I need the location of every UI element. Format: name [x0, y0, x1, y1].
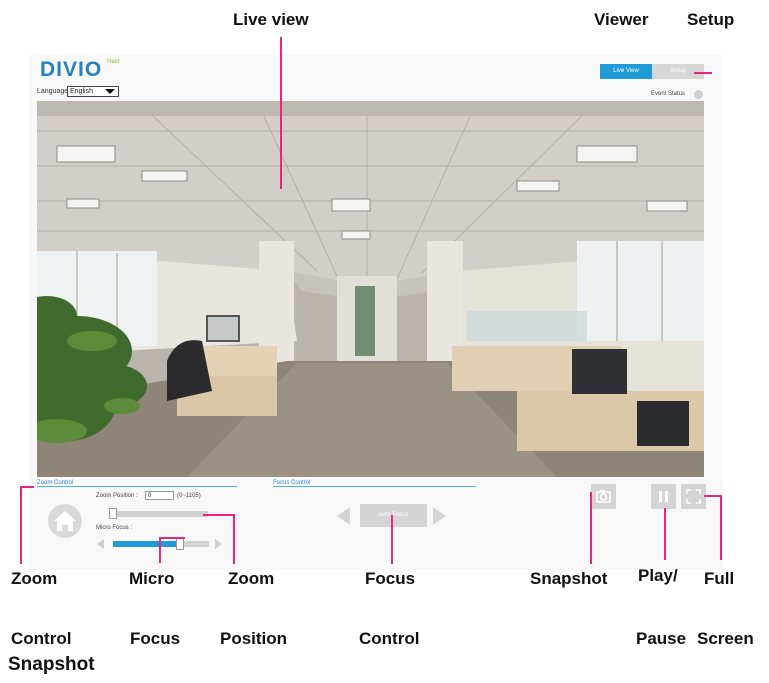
callout-control: Control [11, 629, 72, 648]
pointer-zoom-position-h [203, 514, 235, 516]
callout-snapshot-2: Snapshot [8, 654, 95, 675]
divio-logo: DIVIO [40, 58, 103, 81]
language-select[interactable]: English [67, 86, 119, 97]
pointer-live-view [280, 37, 282, 189]
home-button[interactable] [48, 504, 82, 538]
pointer-setup [694, 72, 712, 74]
zoom-position-input[interactable]: 0 [145, 491, 174, 500]
focus-left-arrow-icon[interactable] [337, 507, 350, 525]
zoom-control-divider [37, 486, 237, 487]
micro-focus-left-arrow-icon[interactable] [97, 539, 104, 549]
dropdown-caret-icon [105, 89, 115, 94]
micro-focus-slider-thumb[interactable] [176, 538, 185, 550]
pointer-snapshot [590, 492, 592, 564]
auto-focus-button[interactable]: Auto Focus [360, 504, 427, 527]
callout-screen: Screen [697, 629, 754, 648]
language-label: Language: [37, 88, 71, 95]
play-pause-button[interactable] [651, 484, 676, 509]
micro-focus-right-arrow-icon[interactable] [215, 539, 222, 549]
zoom-slider-thumb[interactable] [109, 508, 117, 519]
callout-zoom: Zoom [11, 569, 58, 588]
callout-zoom-2: Zoom [228, 569, 275, 588]
pointer-zoom-control [20, 486, 22, 564]
pause-icon [659, 491, 668, 502]
pointer-play-pause [664, 508, 666, 560]
home-icon [54, 511, 76, 531]
camera-icon [596, 490, 611, 503]
focus-right-arrow-icon[interactable] [433, 507, 446, 525]
tab-live-view[interactable]: Live View [600, 64, 652, 79]
zoom-position-label: Zoom Position : [96, 493, 138, 499]
fullscreen-button[interactable] [681, 484, 706, 509]
callout-snapshot: Snapshot [530, 569, 608, 588]
callout-live-view: Live view [233, 10, 309, 29]
zoom-range-label: (0~1105) [177, 493, 201, 499]
pointer-zoom-position [233, 514, 235, 564]
event-status-indicator [694, 90, 703, 99]
logo-superscript: Next [107, 59, 120, 65]
event-status-label: Event Status [651, 91, 686, 97]
pointer-zoom-control-h [20, 486, 34, 488]
live-view-image [37, 101, 704, 477]
pointer-fullscreen [720, 495, 722, 560]
callout-full: Full [704, 569, 735, 588]
language-value: English [70, 88, 93, 95]
micro-focus-slider-fill [113, 541, 181, 547]
pointer-micro-focus [159, 537, 161, 563]
callout-setup: Setup [687, 10, 735, 29]
callout-play: Play/ [638, 566, 678, 585]
micro-focus-label: Micro Focus : [96, 525, 133, 531]
focus-control-divider [273, 486, 476, 487]
callout-focus-micro: Focus [130, 629, 181, 648]
pointer-fullscreen-h [704, 495, 722, 497]
pointer-focus-control [391, 515, 393, 564]
callout-micro: Micro [129, 569, 175, 588]
callout-control-focus: Control [359, 629, 420, 648]
zoom-slider-track[interactable] [112, 511, 208, 517]
fullscreen-icon [686, 489, 701, 504]
pointer-micro-focus-h [159, 537, 185, 539]
callout-pause: Pause [636, 629, 687, 648]
callout-focus: Focus [365, 569, 416, 588]
snapshot-button[interactable] [591, 484, 616, 509]
callout-viewer: Viewer [594, 10, 649, 29]
callout-position: Position [220, 629, 288, 648]
